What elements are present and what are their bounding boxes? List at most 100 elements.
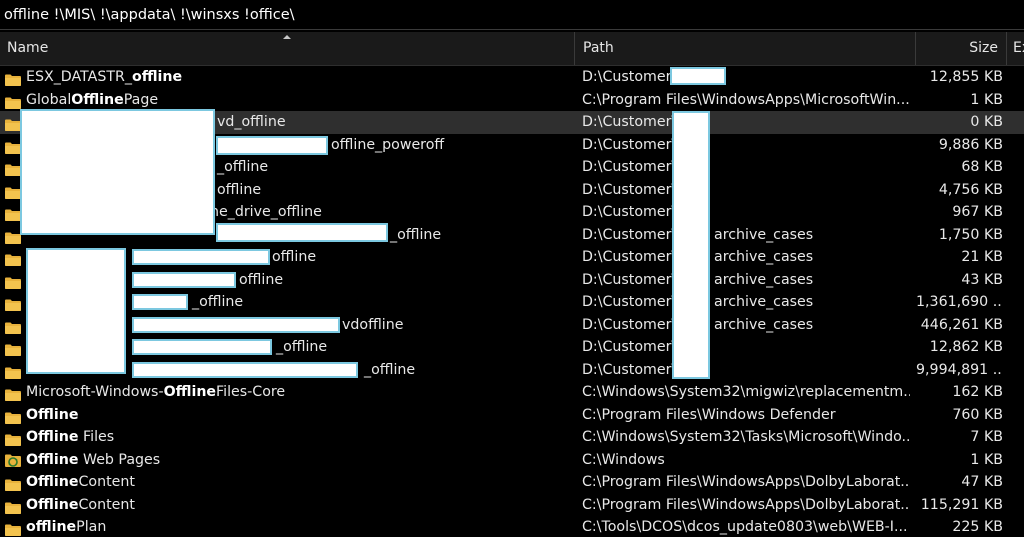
sort-ascending-icon <box>283 35 291 39</box>
folder-icon <box>5 251 21 266</box>
redaction-box <box>20 109 215 235</box>
size-cell: 12,855 KB <box>929 69 1003 85</box>
column-header-extension[interactable]: Ex <box>1007 32 1024 65</box>
folder-icon <box>5 184 21 199</box>
path-cell: C:\Program Files\WindowsApps\DolbyLabora… <box>582 496 910 513</box>
size-cell: 162 KB <box>952 384 1003 400</box>
result-row[interactable]: Offline Web Pages C:\Windows 1 KB <box>0 449 1024 472</box>
file-name: Offline <box>26 406 79 423</box>
size-cell: 9,994,891 ... <box>916 361 1003 378</box>
result-row[interactable]: offlinePlan C:\Tools\DCOS\dcos_update0803… <box>0 516 1024 537</box>
path-cell: C:\Program Files\WindowsApps\MicrosoftWi… <box>582 91 910 108</box>
file-name: Microsoft-Windows-OfflineFiles-Core <box>26 384 286 400</box>
size-cell: 446,261 KB <box>920 316 1003 333</box>
result-row[interactable]: Offline Files C:\Windows\System32\Tasks\M… <box>0 426 1024 449</box>
path-cell: C:\Tools\DCOS\dcos_update0803\web\WEB-I.… <box>582 519 908 535</box>
path-cell: C:\Windows <box>582 451 665 468</box>
folder-icon <box>5 229 21 244</box>
redaction-box <box>132 317 340 333</box>
name-cell: OfflineContent <box>0 471 575 494</box>
folder-icon <box>5 341 21 356</box>
path-cell: D:\Customer\ <box>582 69 677 85</box>
path-cell: D:\Customer\ <box>582 339 677 355</box>
path-cell: D:\Customer\ <box>582 114 677 130</box>
folder-icon <box>5 296 21 311</box>
redaction-box <box>216 223 388 242</box>
folder-icon <box>5 409 21 424</box>
size-cell: 47 KB <box>961 474 1003 490</box>
size-cell: 21 KB <box>961 249 1003 265</box>
search-results-window: Name Path Size Ex ESX_DATASTR_offline D:\… <box>0 0 1024 537</box>
path-cell: D:\Customer\ archive_cases <box>582 249 814 265</box>
size-cell: 43 KB <box>961 271 1003 288</box>
name-cell: OfflineContent <box>0 494 575 517</box>
folder-icon <box>5 499 21 514</box>
path-cell: D:\Customer\ archive_cases <box>582 316 814 333</box>
result-row[interactable]: Offline C:\Program Files\Windows Defender… <box>0 404 1024 427</box>
file-name: offline <box>217 181 262 198</box>
path-cell: D:\Customer\ <box>582 361 677 378</box>
file-name: ne_drive_offline <box>210 204 322 220</box>
size-cell: 1,750 KB <box>938 226 1003 243</box>
file-name: _offline <box>217 159 269 175</box>
file-name: vd_offline <box>217 114 286 130</box>
path-cell: C:\Windows\System32\Tasks\Microsoft\Wind… <box>582 429 910 445</box>
file-name: offline_poweroff <box>331 136 445 153</box>
redaction-box <box>670 67 726 85</box>
path-cell: C:\Program Files\Windows Defender <box>582 406 836 423</box>
size-cell: 1 KB <box>970 91 1003 108</box>
folder-icon <box>5 476 21 491</box>
size-cell: 1,361,690 ... <box>916 294 1003 310</box>
folder-icon <box>5 431 21 446</box>
result-row[interactable]: GlobalOfflinePage C:\Program Files\Window… <box>0 89 1024 112</box>
redaction-box <box>132 272 236 288</box>
result-row[interactable]: ESX_DATASTR_offline D:\Customer\ 12,855 KB <box>0 66 1024 89</box>
path-cell: C:\Program Files\WindowsApps\DolbyLabora… <box>582 474 910 490</box>
file-name: offlinePlan <box>26 519 107 535</box>
path-cell: D:\Customer\ archive_cases <box>582 294 814 310</box>
file-name: vdoffline <box>342 316 404 333</box>
file-name: ESX_DATASTR_offline <box>26 69 183 85</box>
size-cell: 9,886 KB <box>938 136 1003 153</box>
file-name: _offline <box>390 226 442 243</box>
file-name: OfflineContent <box>26 474 135 490</box>
redaction-box <box>26 248 126 374</box>
column-header-size[interactable]: Size <box>916 32 1007 65</box>
redaction-box <box>132 339 272 355</box>
search-input[interactable] <box>4 3 1014 27</box>
file-name: _offline <box>276 339 328 355</box>
path-cell: D:\Customer\ <box>582 204 677 220</box>
column-header-path[interactable]: Path <box>575 32 916 65</box>
path-cell: D:\Customer\ archive_cases <box>582 226 814 243</box>
result-row[interactable]: OfflineContent C:\Program Files\WindowsAp… <box>0 471 1024 494</box>
file-name: Offline Web Pages <box>26 451 161 468</box>
path-cell: D:\Customer\ <box>582 181 677 198</box>
path-cell: C:\Windows\System32\migwiz\replacementm.… <box>582 384 910 400</box>
folder-icon <box>5 206 21 221</box>
folder-icon <box>5 139 21 154</box>
name-cell: Offline Web Pages <box>0 449 575 472</box>
size-cell: 68 KB <box>961 159 1003 175</box>
redaction-box <box>132 294 188 310</box>
file-name: _offline <box>364 361 416 378</box>
folder-icon <box>5 94 21 109</box>
path-cell: D:\Customer\ <box>582 136 677 153</box>
file-name: offline <box>239 271 284 288</box>
folder-icon <box>5 319 21 334</box>
name-cell: Offline Files <box>0 426 575 449</box>
result-row[interactable]: Microsoft-Windows-OfflineFiles-Core C:\Wi… <box>0 381 1024 404</box>
result-row[interactable]: OfflineContent C:\Program Files\WindowsAp… <box>0 494 1024 517</box>
size-cell: 1 KB <box>970 451 1003 468</box>
name-cell: ESX_DATASTR_offline <box>0 66 575 89</box>
size-cell: 12,862 KB <box>929 339 1003 355</box>
folder-icon <box>5 521 21 536</box>
file-name: _offline <box>192 294 244 310</box>
offline-web-pages-icon <box>5 453 21 467</box>
folder-icon <box>5 71 21 86</box>
size-cell: 225 KB <box>952 519 1003 535</box>
redaction-box <box>672 111 710 379</box>
file-name: offline <box>272 249 317 265</box>
size-cell: 7 KB <box>970 429 1003 445</box>
path-cell: D:\Customer\ <box>582 159 677 175</box>
size-cell: 0 KB <box>970 114 1003 130</box>
